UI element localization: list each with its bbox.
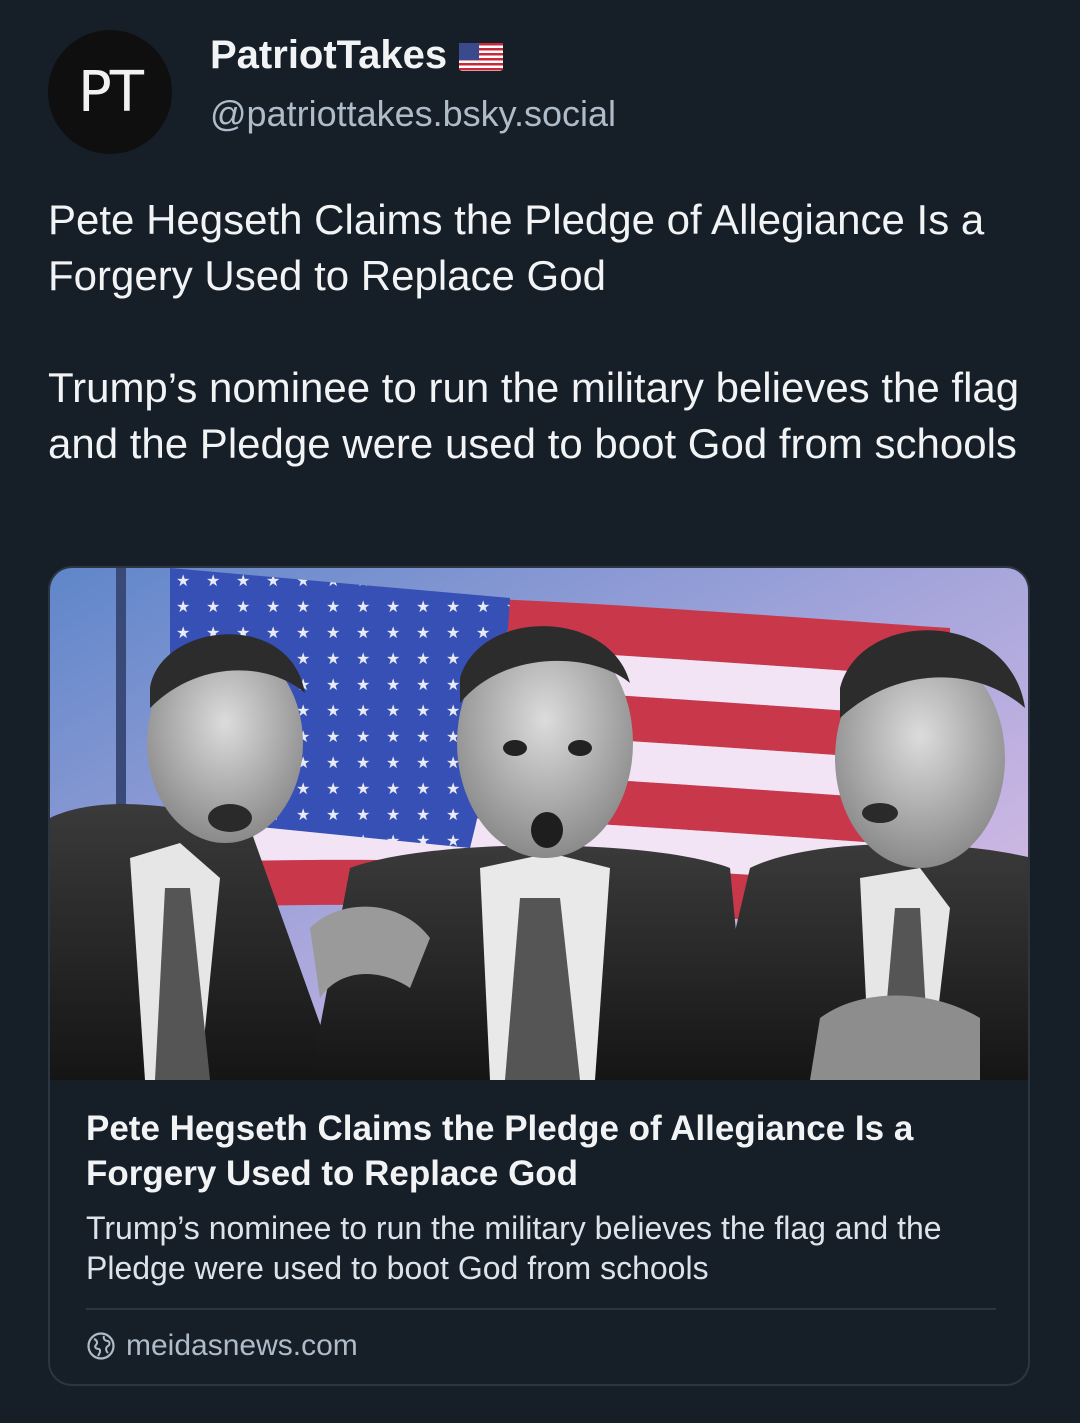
globe-icon bbox=[86, 1331, 116, 1361]
link-card-image[interactable]: ★ bbox=[50, 568, 1028, 1080]
link-card-domain: meidasnews.com bbox=[126, 1329, 358, 1362]
post-text: Pete Hegseth Claims the Pledge of Allegi… bbox=[48, 196, 1020, 467]
author-handle[interactable]: @patriottakes.bsky.social bbox=[210, 94, 616, 134]
author-display-name[interactable]: PatriotTakes bbox=[210, 32, 447, 78]
avatar-initials: PT bbox=[78, 59, 144, 125]
link-card-divider bbox=[86, 1308, 996, 1310]
link-card-title[interactable]: Pete Hegseth Claims the Pledge of Allegi… bbox=[86, 1106, 986, 1196]
link-card-domain-row[interactable]: meidasnews.com bbox=[86, 1326, 358, 1366]
link-card[interactable]: ★ bbox=[48, 566, 1030, 1386]
avatar[interactable]: PT bbox=[48, 30, 172, 154]
link-card-description: Trump’s nominee to run the military beli… bbox=[86, 1210, 942, 1286]
author-display-name-row[interactable]: PatriotTakes bbox=[210, 32, 616, 78]
post: PT PatriotTakes @patriottakes.bsky.socia… bbox=[0, 0, 1080, 1423]
us-flag-icon bbox=[459, 39, 504, 71]
author-info: PatriotTakes @patriottakes.bsky.social bbox=[210, 32, 616, 134]
